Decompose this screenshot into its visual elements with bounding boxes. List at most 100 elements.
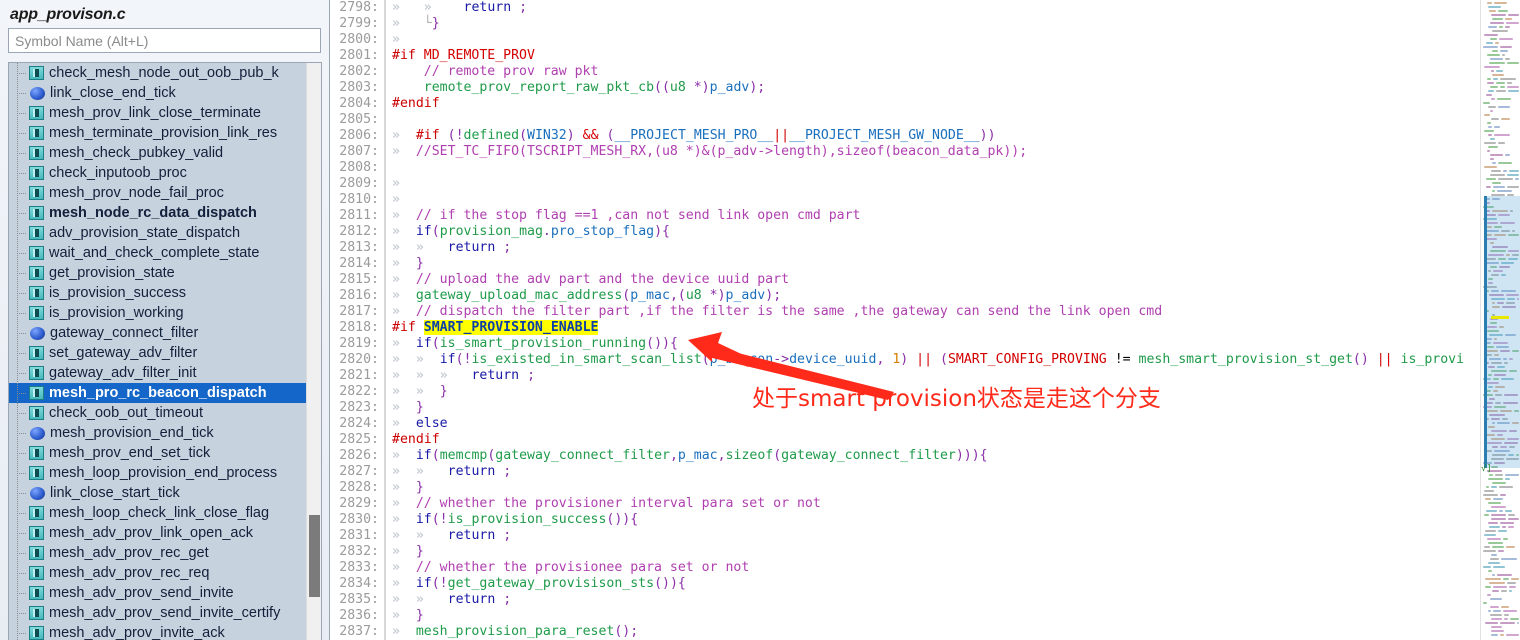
code-line[interactable]: 2799: » └} bbox=[330, 16, 1480, 32]
list-item[interactable]: adv_provision_state_dispatch bbox=[9, 223, 308, 243]
list-item[interactable]: mesh_loop_check_link_close_flag bbox=[9, 503, 308, 523]
list-item[interactable]: check_mesh_node_out_oob_pub_k bbox=[9, 63, 308, 83]
symbol-list[interactable]: check_mesh_node_out_oob_pub_k link_close_… bbox=[9, 63, 308, 640]
code-line[interactable]: 2800: » bbox=[330, 32, 1480, 48]
list-item[interactable]: mesh_pro_rc_beacon_dispatch bbox=[9, 383, 308, 403]
code-line[interactable]: 2808: bbox=[330, 160, 1480, 176]
code-line[interactable]: 2813: » » return ; bbox=[330, 240, 1480, 256]
list-item[interactable]: wait_and_check_complete_state bbox=[9, 243, 308, 263]
code-line[interactable]: 2802: // remote prov raw pkt bbox=[330, 64, 1480, 80]
fold-gutter[interactable] bbox=[384, 80, 386, 96]
code-line[interactable]: 2817: » // dispatch the filter part ,if t… bbox=[330, 304, 1480, 320]
fold-gutter[interactable] bbox=[384, 544, 386, 560]
fold-gutter[interactable] bbox=[384, 416, 386, 432]
fold-gutter[interactable] bbox=[384, 384, 386, 400]
code-line[interactable]: 2836: » } bbox=[330, 608, 1480, 624]
list-item[interactable]: mesh_loop_provision_end_process bbox=[9, 463, 308, 483]
list-item[interactable]: is_provision_working bbox=[9, 303, 308, 323]
code-minimap[interactable]: √] bbox=[1480, 0, 1520, 640]
fold-gutter[interactable] bbox=[384, 256, 386, 272]
list-item[interactable]: check_oob_out_timeout bbox=[9, 403, 308, 423]
fold-gutter[interactable] bbox=[384, 368, 386, 384]
code-line[interactable]: 2835: » » return ; bbox=[330, 592, 1480, 608]
fold-gutter[interactable] bbox=[384, 160, 386, 176]
code-line[interactable]: 2827: » » return ; bbox=[330, 464, 1480, 480]
fold-gutter[interactable] bbox=[384, 96, 386, 112]
list-item[interactable]: set_gateway_adv_filter bbox=[9, 343, 308, 363]
fold-gutter[interactable] bbox=[384, 32, 386, 48]
code-scroll-area[interactable]: 2798: » » return ; 2799: » └} 2800: » 2801: #if… bbox=[330, 0, 1480, 640]
list-item[interactable]: mesh_prov_node_fail_proc bbox=[9, 183, 308, 203]
code-line[interactable]: 2819: » if(is_smart_provision_running()){ bbox=[330, 336, 1480, 352]
code-line[interactable]: 2834: » if(!get_gateway_provisison_sts())… bbox=[330, 576, 1480, 592]
fold-gutter[interactable] bbox=[384, 448, 386, 464]
code-line[interactable]: 2818: #if SMART_PROVISION_ENABLE bbox=[330, 320, 1480, 336]
list-item[interactable]: mesh_adv_prov_send_invite_certify bbox=[9, 603, 308, 623]
list-item[interactable]: get_provision_state bbox=[9, 263, 308, 283]
code-line[interactable]: 2803: remote_prov_report_raw_pkt_cb((u8 … bbox=[330, 80, 1480, 96]
fold-gutter[interactable] bbox=[384, 192, 386, 208]
code-line[interactable]: 2805: bbox=[330, 112, 1480, 128]
code-line[interactable]: 2825: #endif bbox=[330, 432, 1480, 448]
code-line[interactable]: 2798: » » return ; bbox=[330, 0, 1480, 16]
code-line[interactable]: 2831: » » return ; bbox=[330, 528, 1480, 544]
code-editor[interactable]: 2798: » » return ; 2799: » └} 2800: » 2801: #if… bbox=[330, 0, 1520, 640]
fold-gutter[interactable] bbox=[384, 496, 386, 512]
fold-gutter[interactable] bbox=[384, 0, 386, 16]
fold-gutter[interactable] bbox=[384, 64, 386, 80]
code-line[interactable]: 2816: » gateway_upload_mac_address(p_mac,… bbox=[330, 288, 1480, 304]
list-item[interactable]: link_close_start_tick bbox=[9, 483, 308, 503]
code-line[interactable]: 2826: » if(memcmp(gateway_connect_filter,… bbox=[330, 448, 1480, 464]
fold-gutter[interactable] bbox=[384, 480, 386, 496]
list-item[interactable]: mesh_node_rc_data_dispatch bbox=[9, 203, 308, 223]
fold-gutter[interactable] bbox=[384, 176, 386, 192]
fold-gutter[interactable] bbox=[384, 320, 386, 336]
code-line[interactable]: 2812: » if(provision_mag.pro_stop_flag){ bbox=[330, 224, 1480, 240]
fold-gutter[interactable] bbox=[384, 128, 386, 144]
code-line[interactable]: 2809: » bbox=[330, 176, 1480, 192]
code-line[interactable]: 2837: » mesh_provision_para_reset(); bbox=[330, 624, 1480, 640]
list-item[interactable]: mesh_adv_prov_rec_req bbox=[9, 563, 308, 583]
fold-gutter[interactable] bbox=[384, 288, 386, 304]
fold-gutter[interactable] bbox=[384, 48, 386, 64]
sidebar-scrollbar-thumb[interactable] bbox=[309, 515, 320, 597]
list-item[interactable]: link_close_end_tick bbox=[9, 83, 308, 103]
fold-gutter[interactable] bbox=[384, 352, 386, 368]
fold-gutter[interactable] bbox=[384, 336, 386, 352]
fold-gutter[interactable] bbox=[384, 304, 386, 320]
fold-gutter[interactable] bbox=[384, 208, 386, 224]
fold-gutter[interactable] bbox=[384, 112, 386, 128]
fold-gutter[interactable] bbox=[384, 144, 386, 160]
code-line[interactable]: 2815: » // upload the adv part and the de… bbox=[330, 272, 1480, 288]
code-line[interactable]: 2830: » if(!is_provision_success()){ bbox=[330, 512, 1480, 528]
code-line[interactable]: 2810: » bbox=[330, 192, 1480, 208]
fold-gutter[interactable] bbox=[384, 528, 386, 544]
code-line[interactable]: 2832: » } bbox=[330, 544, 1480, 560]
minimap-viewport[interactable] bbox=[1484, 196, 1520, 468]
list-item[interactable]: gateway_connect_filter bbox=[9, 323, 308, 343]
list-item[interactable]: check_inputoob_proc bbox=[9, 163, 308, 183]
code-line[interactable]: 2833: » // whether the provisionee para s… bbox=[330, 560, 1480, 576]
code-line[interactable]: 2824: » else bbox=[330, 416, 1480, 432]
sidebar-scrollbar-track[interactable] bbox=[306, 63, 321, 640]
list-item[interactable]: mesh_terminate_provision_link_res bbox=[9, 123, 308, 143]
fold-gutter[interactable] bbox=[384, 16, 386, 32]
code-line[interactable]: 2814: » } bbox=[330, 256, 1480, 272]
code-line[interactable]: 2804: #endif bbox=[330, 96, 1480, 112]
list-item[interactable]: mesh_adv_prov_invite_ack bbox=[9, 623, 308, 640]
list-item[interactable]: mesh_adv_prov_rec_get bbox=[9, 543, 308, 563]
list-item[interactable]: mesh_adv_prov_link_open_ack bbox=[9, 523, 308, 543]
list-item[interactable]: mesh_provision_end_tick bbox=[9, 423, 308, 443]
code-line[interactable]: 2828: » } bbox=[330, 480, 1480, 496]
list-item[interactable]: mesh_prov_end_set_tick bbox=[9, 443, 308, 463]
code-line[interactable]: 2823: » } bbox=[330, 400, 1480, 416]
fold-gutter[interactable] bbox=[384, 592, 386, 608]
code-line[interactable]: 2807: » //SET_TC_FIFO(TSCRIPT_MESH_RX,(u8… bbox=[330, 144, 1480, 160]
code-line[interactable]: 2821: » » » return ; bbox=[330, 368, 1480, 384]
fold-gutter[interactable] bbox=[384, 464, 386, 480]
fold-gutter[interactable] bbox=[384, 608, 386, 624]
fold-gutter[interactable] bbox=[384, 576, 386, 592]
code-line[interactable]: 2822: » » } bbox=[330, 384, 1480, 400]
code-line[interactable]: 2829: » // whether the provisioner interv… bbox=[330, 496, 1480, 512]
fold-gutter[interactable] bbox=[384, 224, 386, 240]
